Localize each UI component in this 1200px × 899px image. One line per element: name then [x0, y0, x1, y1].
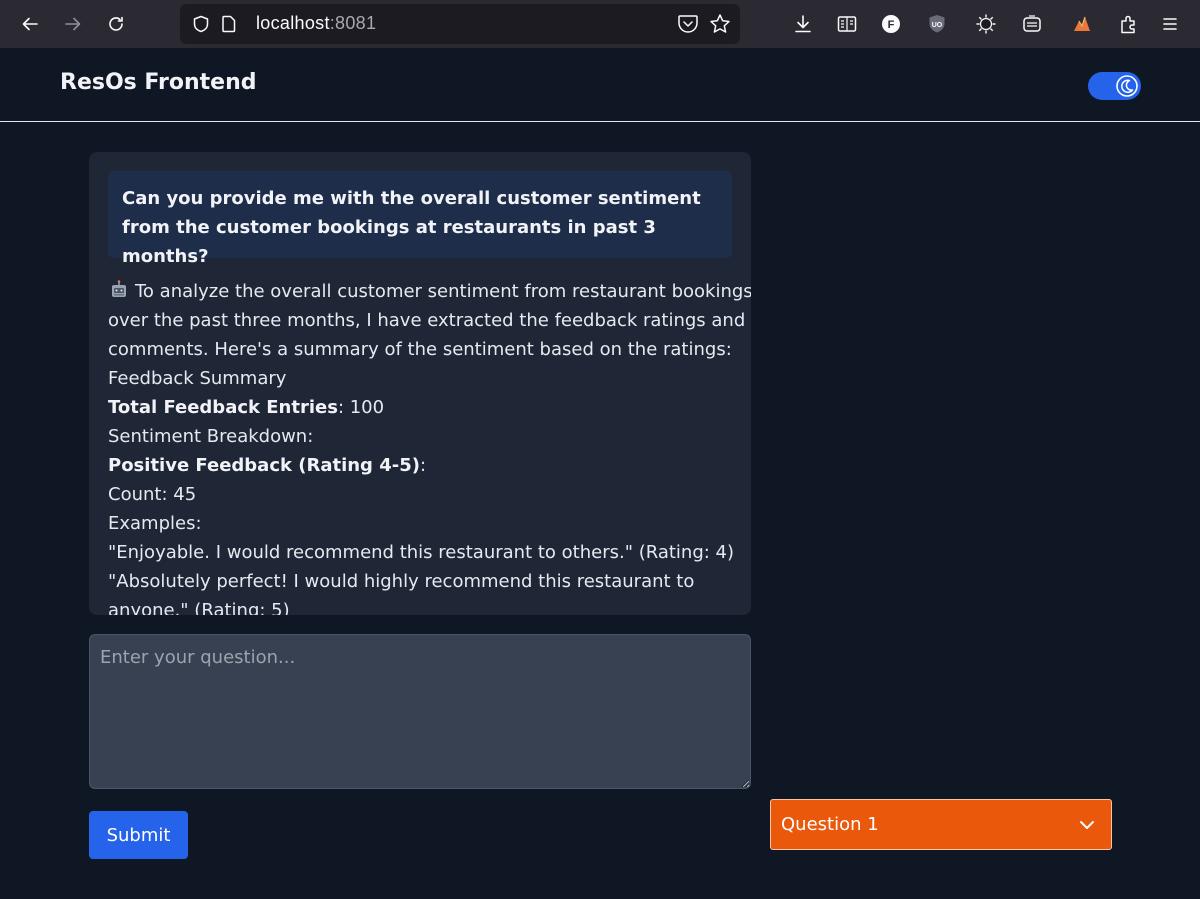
answer-line: Count: 45	[108, 480, 738, 509]
submit-button[interactable]: Submit	[89, 811, 188, 859]
extension-f-icon[interactable]: F	[879, 12, 903, 36]
answer-text: over the past three months, I have extra…	[108, 310, 746, 331]
menu-icon[interactable]	[1158, 12, 1182, 36]
user-question-bubble: Can you provide me with the overall cust…	[108, 171, 732, 267]
star-icon[interactable]	[709, 13, 731, 35]
answer-text: Sentiment Breakdown:	[108, 426, 314, 447]
browser-toolbar: localhost:8081 F UO	[0, 0, 1200, 48]
answer-line: anyone." (Rating: 5)	[108, 596, 738, 615]
moon-icon	[1116, 75, 1138, 97]
answer-value: :	[419, 455, 427, 476]
url-port: :8081	[329, 13, 377, 33]
extension-fox-icon[interactable]	[1070, 12, 1094, 36]
answer-text: comments. Here's a summary of the sentim…	[108, 339, 732, 360]
answer-text: To analyze the overall customer sentimen…	[135, 281, 751, 302]
answer-line: over the past three months, I have extra…	[108, 306, 745, 335]
reader-icon[interactable]	[835, 12, 859, 36]
answer-text: anyone." (Rating: 5)	[108, 600, 290, 615]
extensions-icon[interactable]	[1116, 12, 1140, 36]
answer-text: "Enjoyable. I would recommend this resta…	[108, 542, 735, 563]
user-question-text: Can you provide me with the overall cust…	[122, 188, 701, 267]
answer-line: Positive Feedback (Rating 4-5):	[108, 451, 738, 480]
chat-panel[interactable]: Can you provide me with the overall cust…	[89, 152, 751, 615]
page-icon[interactable]	[220, 15, 238, 33]
answer-line: To analyze the overall customer sentimen…	[108, 277, 751, 306]
robot-icon	[108, 279, 130, 301]
forward-icon[interactable]	[61, 12, 85, 36]
ublock-icon[interactable]: UO	[925, 12, 949, 36]
url-text[interactable]: localhost:8081	[256, 13, 376, 34]
extension-f-letter: F	[888, 19, 895, 31]
download-icon[interactable]	[791, 12, 815, 36]
pocket-icon[interactable]	[677, 14, 699, 34]
chevron-down-icon	[1080, 821, 1094, 829]
reload-icon[interactable]	[104, 12, 128, 36]
answer-line: "Absolutely perfect! I would highly reco…	[108, 567, 738, 596]
extension-sun-icon[interactable]	[974, 12, 998, 36]
answer-line: "Enjoyable. I would recommend this resta…	[108, 538, 738, 567]
back-icon[interactable]	[18, 12, 42, 36]
url-bar[interactable]: localhost:8081	[180, 4, 740, 44]
answer-text: Count: 45	[108, 484, 197, 505]
assistant-answer: To analyze the overall customer sentimen…	[108, 277, 751, 615]
answer-text: "Absolutely perfect! I would highly reco…	[108, 571, 695, 592]
answer-bold-label: Positive Feedback (Rating 4-5)	[108, 455, 420, 476]
answer-bold-label: Total Feedback Entries	[108, 397, 338, 418]
answer-text: Feedback Summary	[108, 368, 287, 389]
answer-line: Total Feedback Entries: 100	[108, 393, 738, 422]
answer-value: : 100	[337, 397, 385, 418]
answer-line: comments. Here's a summary of the sentim…	[108, 335, 738, 364]
answer-text: Examples:	[108, 513, 202, 534]
answer-line: Sentiment Breakdown:	[108, 422, 738, 451]
ublock-label: UO	[932, 22, 943, 29]
shield-icon[interactable]	[192, 15, 210, 33]
answer-line: Feedback Summary	[108, 364, 738, 393]
question-select-value: Question 1	[781, 814, 879, 835]
theme-toggle[interactable]	[1088, 72, 1141, 100]
question-input[interactable]	[89, 634, 751, 789]
url-host: localhost	[256, 13, 330, 33]
app-title: ResOs Frontend	[60, 70, 257, 95]
extension-box-icon[interactable]	[1020, 12, 1044, 36]
answer-line: Examples:	[108, 509, 738, 538]
question-select[interactable]: Question 1	[770, 799, 1112, 850]
app-header: ResOs Frontend	[0, 48, 1200, 122]
